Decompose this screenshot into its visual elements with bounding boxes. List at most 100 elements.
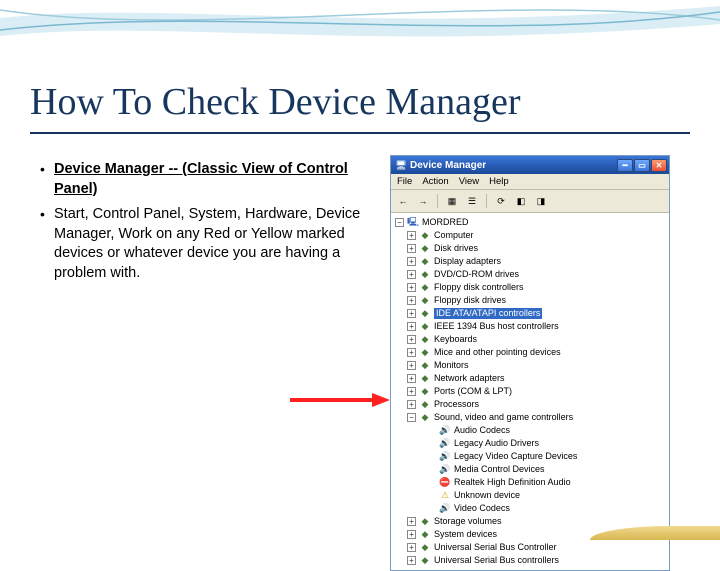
tree-category-label: Mice and other pointing devices bbox=[434, 347, 561, 358]
expand-icon[interactable]: + bbox=[407, 556, 416, 565]
expand-icon[interactable]: + bbox=[407, 543, 416, 552]
menu-help[interactable]: Help bbox=[489, 176, 509, 187]
tree-category[interactable]: +◆DVD/CD-ROM drives bbox=[393, 268, 667, 281]
expand-icon[interactable]: − bbox=[395, 218, 404, 227]
tree-category[interactable]: +◆Universal Serial Bus controllers bbox=[393, 554, 667, 567]
tree-category[interactable]: +◆Processors bbox=[393, 398, 667, 411]
tree-device[interactable]: 🔊Legacy Audio Drivers bbox=[393, 437, 667, 450]
tree-device[interactable]: 🔊Audio Codecs bbox=[393, 424, 667, 437]
expand-icon[interactable]: + bbox=[407, 374, 416, 383]
toolbar: ← → ▦ ☰ ⟳ ◧ ◨ bbox=[391, 190, 669, 213]
expand-icon bbox=[427, 504, 436, 513]
tree-device-label: Legacy Video Capture Devices bbox=[454, 451, 577, 462]
menu-view[interactable]: View bbox=[459, 176, 479, 187]
tree-category-label: Network adapters bbox=[434, 373, 505, 384]
tree-category-label: Processors bbox=[434, 399, 479, 410]
tree-device[interactable]: 🔊Legacy Video Capture Devices bbox=[393, 450, 667, 463]
tree-category-icon: ◆ bbox=[419, 360, 431, 372]
expand-icon[interactable]: + bbox=[407, 517, 416, 526]
expand-icon[interactable]: + bbox=[407, 257, 416, 266]
bullet-dot-icon: • bbox=[40, 160, 54, 180]
expand-icon[interactable]: + bbox=[407, 335, 416, 344]
tree-category-icon: ◆ bbox=[419, 386, 431, 398]
tree-category-label: Storage volumes bbox=[434, 516, 502, 527]
tree-category[interactable]: +◆Display adapters bbox=[393, 255, 667, 268]
tree-category[interactable]: +◆Ports (COM & LPT) bbox=[393, 385, 667, 398]
tree-device-icon: 🔊 bbox=[439, 503, 451, 515]
device-tree[interactable]: −🖳MORDRED+◆Computer+◆Disk drives+◆Displa… bbox=[391, 213, 669, 570]
expand-icon[interactable]: + bbox=[407, 361, 416, 370]
close-button[interactable]: ✕ bbox=[651, 159, 667, 172]
tree-category-icon: ◆ bbox=[419, 308, 431, 320]
tree-device-label: Realtek High Definition Audio bbox=[454, 477, 571, 488]
expand-icon[interactable]: + bbox=[407, 270, 416, 279]
tree-category[interactable]: +◆Disk drives bbox=[393, 242, 667, 255]
tree-category[interactable]: +◆Keyboards bbox=[393, 333, 667, 346]
tree-device[interactable]: ⛔Realtek High Definition Audio bbox=[393, 476, 667, 489]
maximize-button[interactable]: ▭ bbox=[634, 159, 650, 172]
tree-category-label: Keyboards bbox=[434, 334, 477, 345]
expand-icon[interactable]: + bbox=[407, 231, 416, 240]
tree-category-label: Display adapters bbox=[434, 256, 501, 267]
bullet-1-text: Device Manager -- (Classic View of Contr… bbox=[54, 160, 375, 199]
tree-device-icon: 🔊 bbox=[439, 425, 451, 437]
tree-category-icon: ◆ bbox=[419, 542, 431, 554]
tree-device[interactable]: 🔊Media Control Devices bbox=[393, 463, 667, 476]
tree-category-label: DVD/CD-ROM drives bbox=[434, 269, 519, 280]
expand-icon bbox=[427, 439, 436, 448]
update-icon[interactable]: ◧ bbox=[513, 193, 529, 209]
expand-icon[interactable]: + bbox=[407, 322, 416, 331]
tree-category[interactable]: +◆Floppy disk drives bbox=[393, 294, 667, 307]
tree-category[interactable]: −◆Sound, video and game controllers bbox=[393, 411, 667, 424]
menu-file[interactable]: File bbox=[397, 176, 412, 187]
expand-icon[interactable]: + bbox=[407, 387, 416, 396]
expand-icon[interactable]: − bbox=[407, 413, 416, 422]
titlebar[interactable]: 🖥 Device Manager ━ ▭ ✕ bbox=[391, 156, 669, 174]
device-manager-window: 🖥 Device Manager ━ ▭ ✕ File Action View … bbox=[390, 155, 670, 571]
expand-icon bbox=[427, 465, 436, 474]
tree-root[interactable]: −🖳MORDRED bbox=[393, 216, 667, 229]
tree-category[interactable]: +◆Monitors bbox=[393, 359, 667, 372]
tree-category-icon: ◆ bbox=[419, 295, 431, 307]
tree-device-label: Unknown device bbox=[454, 490, 520, 501]
tree-category-label: Disk drives bbox=[434, 243, 478, 254]
bullet-2-text: Start, Control Panel, System, Hardware, … bbox=[54, 205, 375, 283]
refresh-icon[interactable]: ⟳ bbox=[493, 193, 509, 209]
properties-icon[interactable]: ☰ bbox=[464, 193, 480, 209]
tree-category-icon: ◆ bbox=[419, 412, 431, 424]
expand-icon[interactable]: + bbox=[407, 283, 416, 292]
minimize-button[interactable]: ━ bbox=[617, 159, 633, 172]
tree-category[interactable]: +◆Storage volumes bbox=[393, 515, 667, 528]
tree-category[interactable]: +◆Floppy disk controllers bbox=[393, 281, 667, 294]
uninstall-icon[interactable]: ◨ bbox=[533, 193, 549, 209]
tree-category-label: Ports (COM & LPT) bbox=[434, 386, 512, 397]
expand-icon[interactable]: + bbox=[407, 296, 416, 305]
tree-device-label: Media Control Devices bbox=[454, 464, 545, 475]
expand-icon[interactable]: + bbox=[407, 530, 416, 539]
tree-category-icon: ◆ bbox=[419, 243, 431, 255]
tree-category[interactable]: +◆Universal Serial Bus Controller bbox=[393, 541, 667, 554]
tree-category[interactable]: +◆IEEE 1394 Bus host controllers bbox=[393, 320, 667, 333]
tree-device-icon: 🔊 bbox=[439, 464, 451, 476]
expand-icon bbox=[427, 426, 436, 435]
menu-action[interactable]: Action bbox=[422, 176, 448, 187]
tree-category[interactable]: +◆IDE ATA/ATAPI controllers bbox=[393, 307, 667, 320]
tree-device[interactable]: ⚠Unknown device bbox=[393, 489, 667, 502]
expand-icon[interactable]: + bbox=[407, 309, 416, 318]
expand-icon bbox=[427, 452, 436, 461]
tree-device[interactable]: 🔊Video Codecs bbox=[393, 502, 667, 515]
tree-category-icon: ◆ bbox=[419, 555, 431, 567]
tree-category[interactable]: +◆Computer bbox=[393, 229, 667, 242]
forward-icon[interactable]: → bbox=[415, 193, 431, 209]
back-icon[interactable]: ← bbox=[395, 193, 411, 209]
tree-category[interactable]: +◆Mice and other pointing devices bbox=[393, 346, 667, 359]
expand-icon[interactable]: + bbox=[407, 244, 416, 253]
expand-icon[interactable]: + bbox=[407, 348, 416, 357]
expand-icon[interactable]: + bbox=[407, 400, 416, 409]
tree-category-icon: ◆ bbox=[419, 256, 431, 268]
toolbar-icon[interactable]: ▦ bbox=[444, 193, 460, 209]
tree-category[interactable]: +◆Network adapters bbox=[393, 372, 667, 385]
tree-category-label: Floppy disk drives bbox=[434, 295, 506, 306]
tree-category-icon: ◆ bbox=[419, 334, 431, 346]
bullet-2: • Start, Control Panel, System, Hardware… bbox=[40, 205, 375, 283]
